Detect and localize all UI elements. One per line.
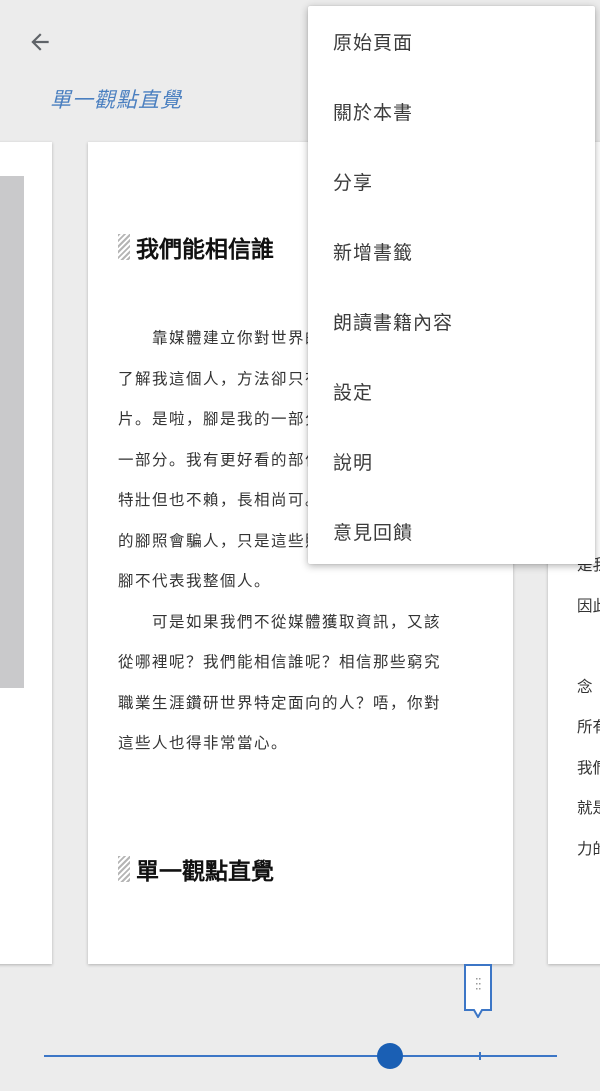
text-line: 力的 xyxy=(577,839,600,858)
section-heading: 單一觀點直覺 xyxy=(118,852,274,886)
text-line: 念 xyxy=(577,677,593,696)
menu-item-about-book[interactable]: 關於本書 xyxy=(308,76,595,146)
previous-page[interactable] xyxy=(0,142,52,964)
heading-text: 我們能相信誰 xyxy=(136,237,274,263)
text-line: 我們 xyxy=(577,758,600,777)
text-line: 可是如果我們不從媒體獲取資訊，又該 xyxy=(118,612,442,631)
heading-marker xyxy=(118,856,130,882)
menu-item-read-aloud[interactable]: 朗讀書籍內容 xyxy=(308,286,595,356)
text-line: 這些人也得非常當心。 xyxy=(118,734,289,752)
chapter-title: 單一觀點直覺 xyxy=(50,88,182,112)
menu-item-settings[interactable]: 設定 xyxy=(308,356,595,426)
heading-text: 單一觀點直覺 xyxy=(136,859,274,885)
overflow-menu: 原始頁面 關於本書 分享 新增書籤 朗讀書籍內容 設定 說明 意見回饋 xyxy=(308,6,595,564)
menu-item-add-bookmark[interactable]: 新增書籤 xyxy=(308,216,595,286)
menu-item-original-page[interactable]: 原始頁面 xyxy=(308,6,595,76)
section-heading: 我們能相信誰 xyxy=(118,230,274,264)
menu-item-share[interactable]: 分享 xyxy=(308,146,595,216)
menu-item-feedback[interactable]: 意見回饋 xyxy=(308,496,595,566)
arrow-left-icon xyxy=(31,33,49,51)
page-slider[interactable] xyxy=(44,1043,557,1069)
menu-item-help[interactable]: 說明 xyxy=(308,426,595,496)
text-line: 從哪裡呢？我們能相信誰呢？相信那些窮究 xyxy=(118,653,442,671)
bookmark-marker-icon[interactable] xyxy=(464,964,492,1018)
text-line xyxy=(577,626,600,667)
back-button[interactable] xyxy=(22,24,58,60)
text-line: 所有 xyxy=(577,718,600,736)
heading-marker xyxy=(118,234,130,260)
text-line: 職業生涯鑽研世界特定面向的人？唔，你對 xyxy=(118,693,442,712)
text-line: 腳不代表我整個人。 xyxy=(118,572,272,590)
slider-thumb[interactable] xyxy=(377,1043,404,1069)
bookmark-tick xyxy=(479,1052,482,1060)
text-line: 因此 xyxy=(577,596,600,615)
text-line: 就是 xyxy=(577,799,600,817)
image-placeholder xyxy=(0,176,24,688)
